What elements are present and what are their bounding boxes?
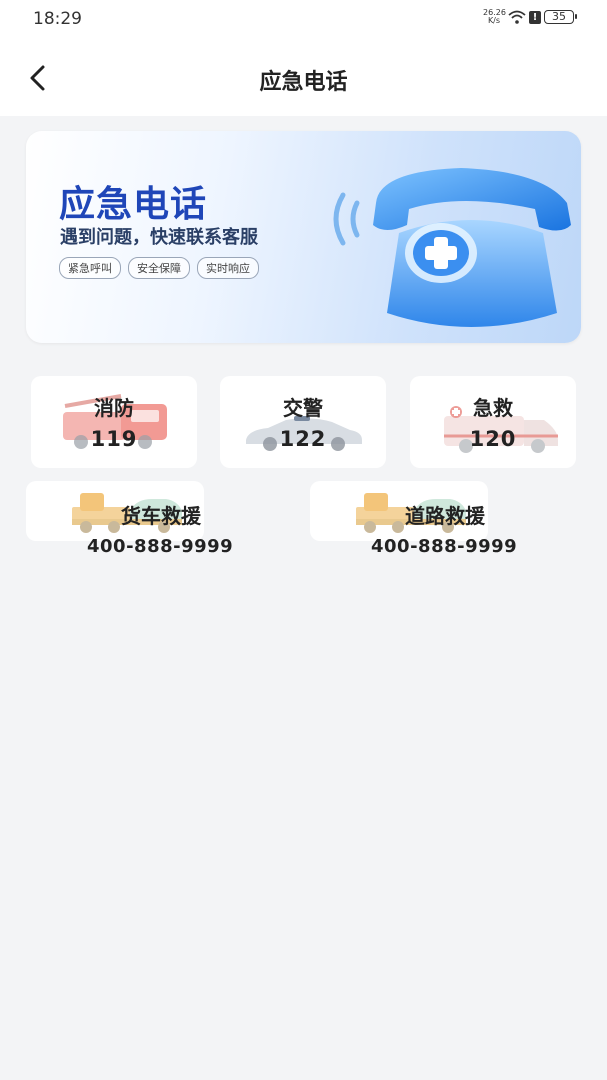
status-time: 18:29 xyxy=(33,9,82,29)
rescue-name: 道路救援 xyxy=(405,504,485,528)
service-name: 急救 xyxy=(473,396,513,420)
traffic-police-card[interactable]: 交警 122 xyxy=(220,376,386,468)
alert-icon: ! xyxy=(529,10,541,24)
service-name: 消防 xyxy=(94,396,134,420)
banner-tag: 紧急呼叫 xyxy=(59,257,121,279)
network-speed: 26.26 K/s xyxy=(483,8,506,25)
road-rescue-card[interactable]: 道路救援 xyxy=(310,481,488,541)
rescue-name: 货车救援 xyxy=(121,504,201,528)
banner-title: 应急电话 xyxy=(59,184,208,225)
status-bar: 18:29 26.26 K/s ! 35 xyxy=(0,0,607,42)
service-number: 122 xyxy=(279,427,327,451)
first-aid-card[interactable]: 急救 120 xyxy=(410,376,576,468)
header: 应急电话 xyxy=(0,42,607,116)
service-name: 交警 xyxy=(283,396,323,420)
truck-rescue-card[interactable]: 货车救援 xyxy=(26,481,204,541)
fire-service-card[interactable]: 消防 119 xyxy=(31,376,197,468)
service-number: 119 xyxy=(90,427,138,451)
banner-tags: 紧急呼叫 安全保障 实时响应 xyxy=(59,257,259,279)
wifi-icon xyxy=(508,10,526,24)
battery-icon: 35 xyxy=(544,10,577,24)
telephone-medical-cross-icon xyxy=(333,168,571,327)
truck-rescue-number: 400-888-9999 xyxy=(87,536,234,557)
status-icons: 26.26 K/s ! 35 xyxy=(483,8,577,25)
banner-tag: 安全保障 xyxy=(128,257,190,279)
emergency-banner: 应急电话 遇到问题，快速联系客服 紧急呼叫 安全保障 实时响应 xyxy=(26,131,581,343)
service-number: 120 xyxy=(469,427,517,451)
page-title: 应急电话 xyxy=(259,70,348,95)
banner-subtitle: 遇到问题，快速联系客服 xyxy=(60,227,258,248)
road-rescue-number: 400-888-9999 xyxy=(371,536,518,557)
banner-tag: 实时响应 xyxy=(197,257,259,279)
